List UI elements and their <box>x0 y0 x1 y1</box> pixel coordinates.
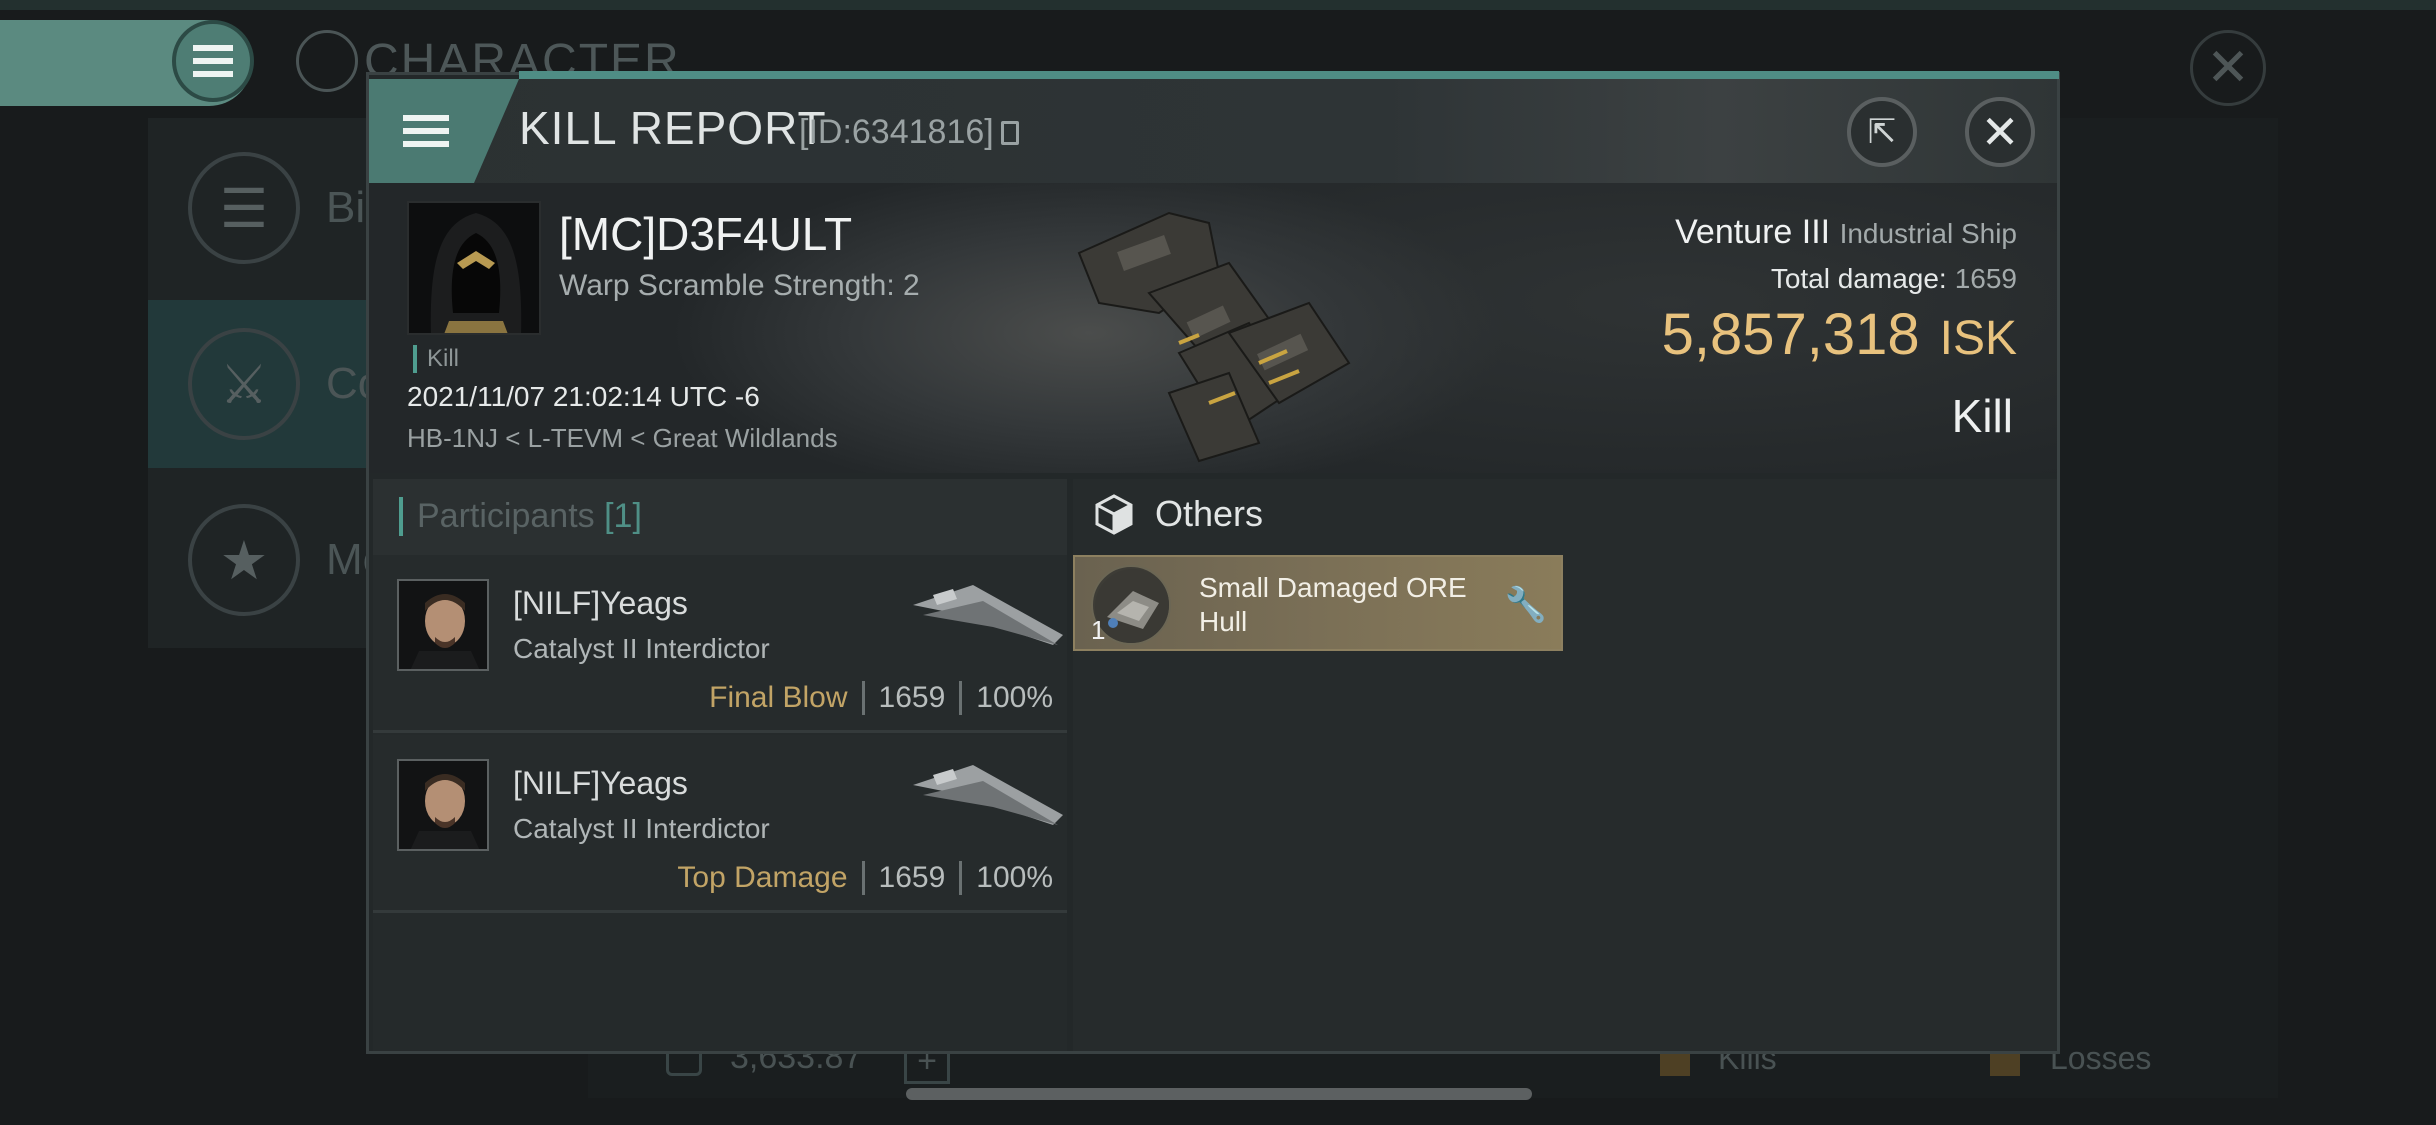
participant-ship-image[interactable] <box>913 575 1063 655</box>
star-icon: ★ <box>188 504 300 616</box>
ship-class: Industrial Ship <box>1839 218 2017 249</box>
participants-title: Participants [1] <box>399 497 642 536</box>
participant-damage: 1659 <box>878 861 946 894</box>
item-name: Small Damaged ORE Hull <box>1199 572 1467 637</box>
participant-row[interactable]: [NILF]Yeags Catalyst II Interdictor Top … <box>373 735 1067 913</box>
close-button[interactable]: ✕ <box>1965 97 2035 167</box>
list-icon: ☰ <box>188 152 300 264</box>
close-icon: ✕ <box>1980 106 2020 158</box>
top-strip <box>0 0 2436 10</box>
divider <box>959 861 963 895</box>
kill-id: [ID:6341816] <box>799 113 994 151</box>
modal-title: KILL REPORT <box>519 102 827 154</box>
kill-report-modal: KILL REPORT [ID:6341816] ⇱ ✕ [MC]D3F4ULT… <box>366 71 2060 1054</box>
kill-location[interactable]: HB-1NJ < L-TEVM < Great Wildlands <box>407 423 838 454</box>
participant-percent: 100% <box>976 681 1053 714</box>
participant-stats: Top Damage 1659 100% <box>677 861 1053 895</box>
participant-row[interactable]: [NILF]Yeags Catalyst II Interdictor Fina… <box>373 555 1067 733</box>
warp-scramble-strength: Warp Scramble Strength: 2 <box>559 269 920 302</box>
crossed-swords-icon: ⚔ <box>188 328 300 440</box>
bg-menu-button[interactable] <box>172 20 254 102</box>
ship-name: Venture III <box>1675 213 1831 251</box>
kill-tag: Kill <box>413 345 459 373</box>
modal-accent-bar <box>519 71 2059 79</box>
external-link-icon: ⇱ <box>1867 113 1897 151</box>
bg-close-button[interactable]: ✕ <box>2190 30 2266 106</box>
divider <box>861 861 865 895</box>
total-damage: Total damage: 1659 <box>1771 263 2017 295</box>
top-damage-label: Top Damage <box>677 861 848 894</box>
isk-unit: ISK <box>1939 312 2017 365</box>
participant-ship: Catalyst II Interdictor <box>513 813 770 844</box>
copy-icon[interactable] <box>1001 121 1019 145</box>
isk-value: 5,857,318 ISK <box>1662 301 2017 368</box>
participant-ship: Catalyst II Interdictor <box>513 633 770 664</box>
final-blow-label: Final Blow <box>709 681 848 714</box>
others-title: Others <box>1155 493 1264 534</box>
menu-icon <box>403 115 449 147</box>
participant-percent: 100% <box>976 861 1053 894</box>
dropped-item[interactable]: 1 Small Damaged ORE Hull 🔧 <box>1073 555 1563 651</box>
item-quantity: 1 <box>1091 615 1106 645</box>
divider <box>959 681 963 715</box>
menu-icon <box>193 45 233 77</box>
total-damage-value: 1659 <box>1954 263 2017 294</box>
victim-name[interactable]: [MC]D3F4ULT <box>559 207 852 261</box>
victim-ship[interactable]: Venture III Industrial Ship <box>1675 213 2017 252</box>
victim-banner: [MC]D3F4ULT Warp Scramble Strength: 2 Ki… <box>369 183 2057 473</box>
participants-panel: Participants [1] [NILF]Yeags Catalyst II… <box>373 479 1067 1051</box>
cube-icon <box>1095 494 1133 535</box>
participant-name[interactable]: [NILF]Yeags <box>513 765 688 802</box>
victim-ship-image[interactable] <box>1059 193 1379 463</box>
total-damage-label: Total damage: <box>1770 263 1947 294</box>
participant-portrait[interactable] <box>397 759 489 851</box>
others-panel: Others 1 Small Damaged ORE Hull 🔧 <box>1073 479 2057 1051</box>
participant-stats: Final Blow 1659 100% <box>709 681 1053 715</box>
participant-portrait[interactable] <box>397 579 489 671</box>
participants-count: [1] <box>604 497 642 535</box>
participant-damage: 1659 <box>878 681 946 714</box>
modal-header: KILL REPORT [ID:6341816] ⇱ ✕ <box>369 79 2057 183</box>
kill-datetime: 2021/11/07 21:02:14 UTC -6 <box>407 381 760 412</box>
divider <box>861 681 865 715</box>
kill-result: Kill <box>1951 390 2013 442</box>
participant-ship-image[interactable] <box>913 755 1063 835</box>
wrench-icon: 🔧 <box>1504 586 1547 624</box>
others-header: Others <box>1093 493 1263 535</box>
home-indicator[interactable] <box>906 1088 1532 1100</box>
participants-label: Participants <box>417 497 595 535</box>
modal-menu-button[interactable] <box>369 79 519 183</box>
bg-losses-label: Losses <box>2050 1040 2152 1076</box>
victim-portrait[interactable] <box>407 201 541 335</box>
isk-amount: 5,857,318 <box>1661 302 1920 367</box>
participants-header: Participants [1] <box>373 479 1067 555</box>
character-icon <box>296 30 358 92</box>
share-button[interactable]: ⇱ <box>1847 97 1917 167</box>
participant-name[interactable]: [NILF]Yeags <box>513 585 688 622</box>
